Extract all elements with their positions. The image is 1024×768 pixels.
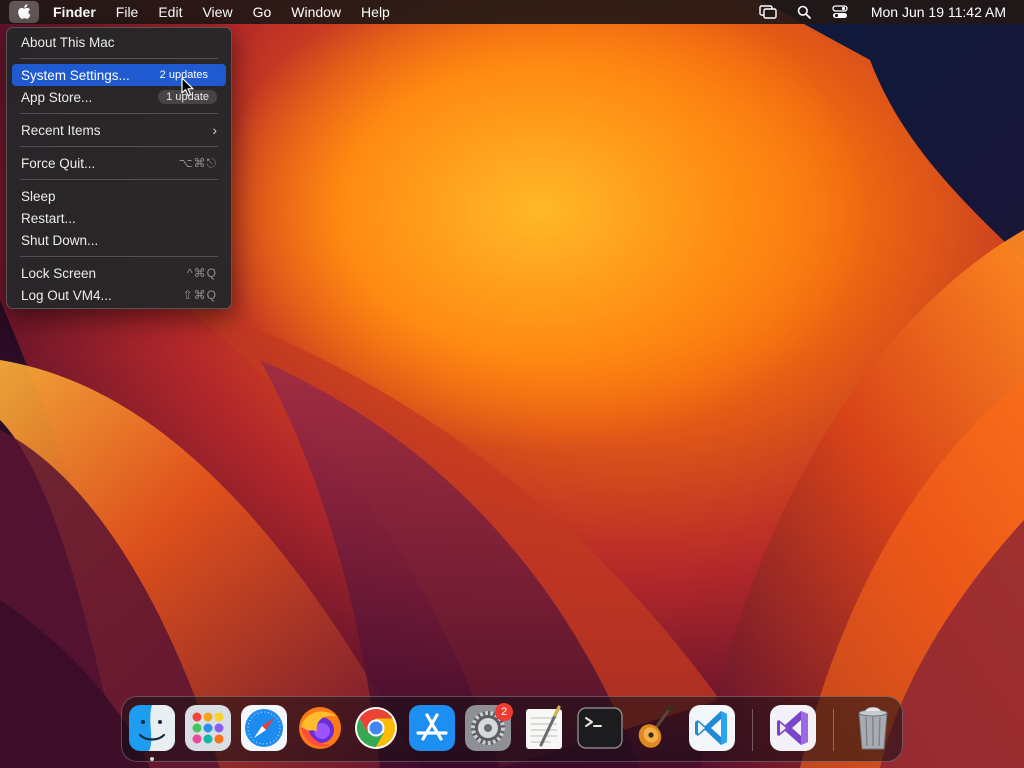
dock-firefox[interactable] [297, 705, 343, 751]
dock-launchpad[interactable] [185, 705, 231, 751]
dock-textedit[interactable] [521, 705, 567, 751]
dock-chrome[interactable] [353, 705, 399, 751]
dock-terminal[interactable] [577, 705, 623, 751]
menu-file[interactable]: File [106, 0, 149, 24]
dock-garageband[interactable] [633, 705, 679, 751]
menu-window[interactable]: Window [281, 0, 351, 24]
recent-items-label: Recent Items [21, 122, 101, 138]
shut-down-label: Shut Down... [21, 232, 99, 248]
launchpad-icon [185, 705, 231, 751]
system-settings-label: System Settings... [21, 67, 130, 83]
menu-separator [20, 146, 218, 147]
sleep-label: Sleep [21, 188, 56, 204]
menu-help[interactable]: Help [351, 0, 400, 24]
chrome-icon [355, 707, 397, 749]
menu-separator [20, 58, 218, 59]
menu-separator [20, 113, 218, 114]
apple-menu-dropdown: About This Mac System Settings... 2 upda… [6, 27, 232, 309]
finder-running-indicator [150, 757, 154, 761]
about-this-mac-item[interactable]: About This Mac [12, 31, 226, 53]
lock-screen-label: Lock Screen [21, 265, 97, 281]
dock-trash[interactable] [850, 705, 896, 751]
force-quit-item[interactable]: Force Quit... ⌥⌘⎋ [12, 152, 226, 174]
log-out-shortcut: ⇧⌘Q [182, 288, 217, 302]
visual-studio-icon [770, 705, 816, 751]
shut-down-item[interactable]: Shut Down... [12, 229, 226, 251]
app-store-icon [409, 705, 455, 751]
apple-logo-icon [18, 4, 31, 19]
dock-finder[interactable] [129, 705, 175, 751]
about-this-mac-label: About This Mac [21, 34, 115, 50]
dock-app-store[interactable] [409, 705, 455, 751]
menu-separator [20, 256, 218, 257]
mouse-cursor-icon [181, 77, 194, 97]
lock-screen-shortcut: ^⌘Q [187, 266, 217, 280]
menu-go[interactable]: Go [243, 0, 282, 24]
terminal-icon [577, 707, 623, 749]
dock-separator [752, 709, 753, 751]
firefox-icon [299, 707, 341, 749]
garageband-guitar-icon [638, 705, 674, 748]
system-settings-dock-badge: 2 [495, 703, 513, 721]
menu-separator [20, 179, 218, 180]
dock-separator [833, 709, 834, 751]
menu-view[interactable]: View [192, 0, 242, 24]
sleep-item[interactable]: Sleep [12, 185, 226, 207]
safari-icon [241, 705, 287, 751]
apple-menu-button[interactable] [9, 1, 39, 23]
vscode-icon [689, 705, 735, 751]
recent-items-item[interactable]: Recent Items › [12, 119, 226, 141]
dock-visual-studio[interactable] [770, 705, 816, 751]
screen-mirroring-icon[interactable] [753, 0, 783, 24]
trash-icon [858, 706, 888, 750]
app-store-label: App Store... [21, 89, 93, 105]
force-quit-label: Force Quit... [21, 155, 96, 171]
lock-screen-item[interactable]: Lock Screen ^⌘Q [12, 262, 226, 284]
restart-label: Restart... [21, 210, 76, 226]
menu-edit[interactable]: Edit [148, 0, 192, 24]
finder-icon [129, 705, 175, 751]
dock-safari[interactable] [241, 705, 287, 751]
menu-bar: Finder File Edit View Go Window Help Mon… [0, 0, 1024, 24]
dock: 2 [121, 696, 903, 762]
dock-vscode[interactable] [689, 705, 735, 751]
log-out-item[interactable]: Log Out VM4... ⇧⌘Q [12, 284, 226, 306]
menu-bar-clock[interactable]: Mon Jun 19 11:42 AM [871, 4, 1006, 20]
textedit-icon [526, 705, 562, 749]
control-center-icon[interactable] [825, 0, 855, 24]
search-icon[interactable] [789, 0, 819, 24]
force-quit-shortcut: ⌥⌘⎋ [178, 155, 217, 170]
menu-app-name[interactable]: Finder [39, 0, 106, 24]
log-out-label: Log Out VM4... [21, 287, 112, 303]
chevron-right-icon: › [212, 122, 217, 138]
restart-item[interactable]: Restart... [12, 207, 226, 229]
